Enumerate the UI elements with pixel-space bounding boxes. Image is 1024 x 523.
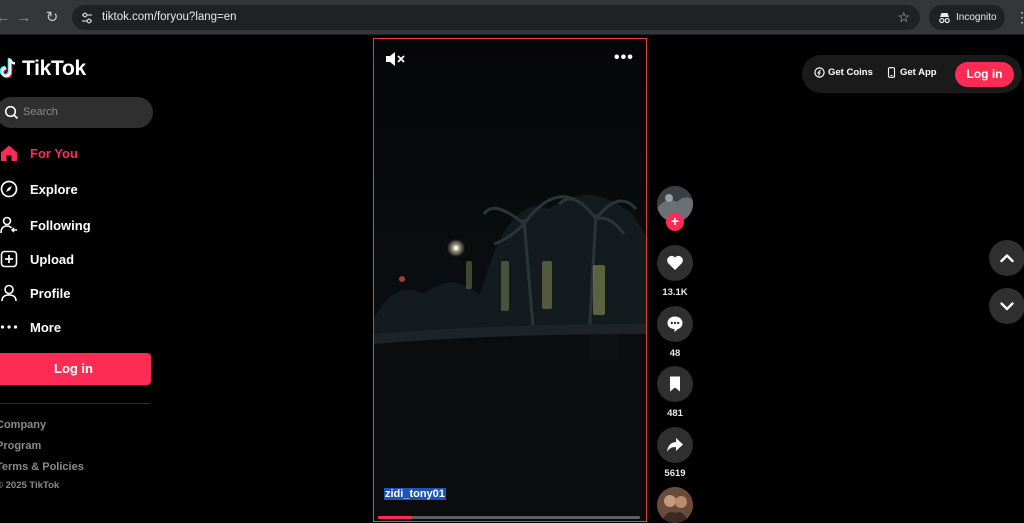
browser-toolbar: ← → ↻ tiktok.com/foryou?lang=en ☆ Incogn… — [0, 0, 1024, 35]
forward-icon[interactable]: → — [15, 9, 33, 27]
bookmark-icon — [670, 376, 680, 392]
share-icon — [667, 438, 683, 452]
like-count: 13.1K — [662, 287, 688, 298]
sidebar-item-following[interactable]: Following — [0, 213, 91, 237]
video-progress-bar[interactable] — [378, 516, 640, 519]
follow-plus-icon[interactable]: + — [666, 213, 684, 231]
header-login-button[interactable]: Log in — [955, 62, 1014, 87]
comment-button[interactable] — [657, 306, 693, 342]
heart-icon — [667, 255, 683, 270]
sidebar-item-label: Explore — [30, 181, 78, 197]
music-disc-avatar[interactable] — [657, 487, 693, 523]
get-app-link[interactable]: Get App — [886, 67, 937, 78]
sidebar-item-label: Profile — [30, 285, 71, 301]
copyright-text: © 2025 TikTok — [0, 480, 60, 491]
sidebar-item-more[interactable]: More — [0, 315, 61, 339]
brand-name: TikTok — [22, 57, 86, 80]
next-video-button[interactable] — [989, 288, 1024, 324]
search-input[interactable]: Search — [0, 97, 153, 128]
back-icon[interactable]: ← — [0, 9, 12, 27]
save-count: 481 — [667, 408, 683, 419]
chevron-up-icon — [1000, 254, 1014, 263]
like-button[interactable] — [657, 245, 693, 281]
sidebar-item-label: For You — [30, 145, 78, 161]
sidebar-item-label: Upload — [30, 251, 75, 267]
sidebar-divider — [0, 403, 150, 404]
comment-count: 48 — [669, 348, 681, 359]
share-button[interactable] — [657, 427, 693, 463]
video-frame — [374, 39, 646, 521]
sidebar-item-upload[interactable]: Upload — [0, 247, 74, 271]
chevron-down-icon — [1000, 302, 1014, 311]
footer-link-terms[interactable]: Terms & Policies — [0, 461, 84, 473]
phone-icon — [887, 67, 896, 78]
site-info-icon[interactable] — [80, 11, 94, 25]
sidebar-item-label: More — [30, 319, 62, 335]
compass-icon — [0, 180, 18, 198]
url-text[interactable]: tiktok.com/foryou?lang=en — [102, 11, 237, 23]
search-placeholder: Search — [23, 106, 58, 118]
sidebar-item-for-you[interactable]: For You — [0, 141, 78, 165]
following-icon — [0, 216, 17, 234]
footer-link-program[interactable]: Program — [0, 440, 41, 452]
sidebar-item-explore[interactable]: Explore — [0, 177, 78, 201]
footer-link-company[interactable]: Company — [0, 419, 46, 431]
upload-icon — [0, 250, 18, 268]
sidebar-login-button[interactable]: Log in — [0, 353, 151, 385]
home-icon — [1, 145, 17, 161]
search-icon — [4, 105, 19, 120]
tiktok-logo[interactable]: TikTok — [0, 57, 86, 81]
video-author-username[interactable]: zidi_tony01 — [384, 488, 446, 500]
incognito-label: Incognito — [956, 12, 997, 23]
profile-icon — [1, 284, 17, 302]
get-coins-link[interactable]: Get Coins — [814, 67, 873, 78]
more-dots-icon — [0, 325, 18, 329]
get-coins-label: Get Coins — [828, 67, 873, 78]
music-disc-image — [657, 487, 693, 523]
tiktok-note-icon — [0, 58, 16, 79]
sidebar-item-label: Following — [30, 217, 91, 233]
video-progress-fill — [378, 516, 413, 519]
sidebar-item-profile[interactable]: Profile — [0, 281, 70, 305]
coin-icon — [814, 67, 825, 78]
share-count: 5619 — [664, 468, 686, 479]
save-button[interactable] — [657, 366, 693, 402]
browser-menu-icon[interactable]: ⋮ — [1015, 9, 1024, 26]
get-app-label: Get App — [900, 67, 937, 78]
previous-video-button[interactable] — [989, 240, 1024, 276]
video-player[interactable]: ••• zidi_tony01 — [373, 38, 647, 522]
incognito-badge[interactable]: Incognito — [929, 5, 1005, 30]
comment-icon — [667, 316, 683, 332]
reload-icon[interactable]: ↻ — [43, 9, 61, 27]
header-actions: Get Coins Get App Log in — [802, 55, 1022, 93]
address-bar[interactable]: tiktok.com/foryou?lang=en ☆ — [72, 5, 920, 30]
incognito-icon — [939, 13, 950, 24]
mute-icon[interactable] — [385, 51, 405, 67]
bookmark-star-icon[interactable]: ☆ — [897, 9, 910, 26]
video-more-options-icon[interactable]: ••• — [614, 49, 634, 67]
